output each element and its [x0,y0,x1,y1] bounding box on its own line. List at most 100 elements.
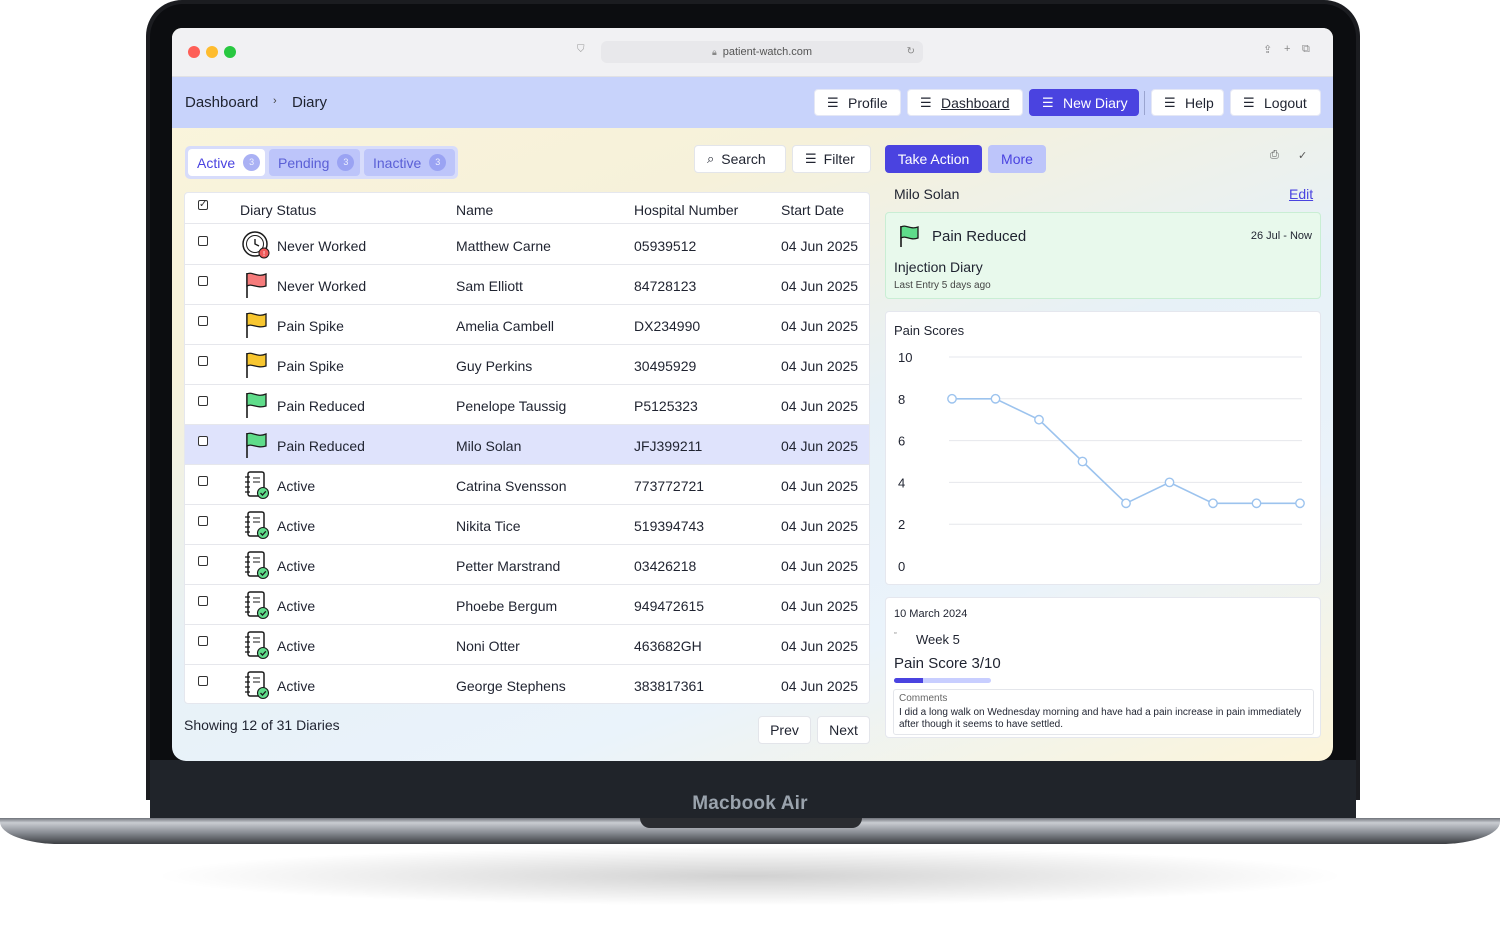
cell-status: Pain Spike [277,318,344,334]
count-badge: 3 [337,154,355,171]
row-checkbox[interactable] [198,236,208,246]
data-point[interactable] [1034,414,1044,425]
status-title: Pain Reduced [932,228,1027,245]
table-row[interactable]: Active Phoebe Bergum 949472615 04 Jun 2025 [185,585,869,625]
table-row[interactable]: Active Catrina Svensson 773772721 04 Jun 20… [185,465,869,505]
share-icon[interactable]: ⇪ [1263,43,1272,56]
cell-start-date: 04 Jun 2025 [781,558,859,574]
edit-link[interactable]: Edit [1289,186,1313,202]
cell-hospital-number: 463682GH [634,638,702,654]
cell-hospital-number: P5125323 [634,398,698,414]
row-checkbox[interactable] [198,596,208,606]
tabs-overview-icon[interactable]: ⧉ [1302,43,1310,56]
new-diary-button[interactable]: ☰ New Diary [1029,89,1139,116]
select-all-checkbox[interactable]: ✓ [198,200,208,210]
tab-pending[interactable]: Pending 3 [269,149,360,176]
table-row[interactable]: Active Petter Marstrand 03426218 04 Jun 202… [185,545,869,585]
cell-hospital-number: 949472615 [634,598,705,614]
column-name[interactable]: Name [456,202,493,218]
comments-box: Comments I did a long walk on Wednesday … [893,689,1314,735]
comments-text: I did a long walk on Wednesday morning a… [899,707,1302,730]
breadcrumb-dashboard[interactable]: Dashboard [185,94,258,111]
prev-button[interactable]: Prev [758,716,811,744]
data-point[interactable] [1295,498,1305,509]
column-diary-status[interactable]: Diary Status [240,202,316,218]
column-start-date[interactable]: Start Date [781,202,844,218]
patient-name: Milo Solan [894,186,960,202]
data-point[interactable] [1208,498,1218,509]
table-row[interactable]: Active Nikita Tice 519394743 04 Jun 2025 [185,505,869,545]
check-icon[interactable]: ✓ [1298,149,1307,162]
table-row[interactable]: Pain Spike Guy Perkins 30495929 04 Jun 2025 [185,345,869,385]
new-tab-icon[interactable]: + [1284,43,1290,55]
sliders-icon: ☰ [1042,94,1054,110]
green-flag-icon [246,432,267,458]
nav-divider [1144,91,1145,115]
diary-type: Injection Diary [894,259,983,275]
more-button[interactable]: More [988,145,1046,173]
reload-icon[interactable]: ↻ [907,41,915,63]
address-bar[interactable]: 🔒︎ patient-watch.com ↻ [601,41,923,63]
maximize-window-button[interactable] [224,46,236,58]
help-label: Help [1185,94,1214,111]
row-checkbox[interactable] [198,636,208,646]
row-checkbox[interactable] [198,476,208,486]
table-row[interactable]: Pain Spike Amelia Cambell DX234990 04 Jun 2… [185,305,869,345]
row-checkbox[interactable] [198,516,208,526]
cell-name: Nikita Tice [456,518,521,534]
minimize-window-button[interactable] [206,46,218,58]
url-text: patient-watch.com [722,46,813,58]
row-checkbox[interactable] [198,436,208,446]
profile-button[interactable]: ☰ Profile [814,89,901,116]
cell-status: Active [277,598,316,614]
cell-status: Active [277,478,316,494]
cell-status: Active [277,638,316,654]
table-row[interactable]: Pain Reduced Penelope Taussig P5125323 04 J… [185,385,869,425]
table-row[interactable]: Pain Reduced Milo Solan JFJ399211 04 Jun 20… [185,425,869,465]
close-window-button[interactable] [188,46,200,58]
dashboard-button[interactable]: ☰ Dashboard [907,89,1023,116]
cell-name: Matthew Carne [456,238,551,254]
logout-button[interactable]: ☰ Logout [1230,89,1321,116]
filter-button[interactable]: ☰ Filter [792,145,871,173]
profile-label: Profile [848,94,888,111]
shield-icon[interactable]: ⛉ [577,44,585,55]
table-row[interactable]: Active Noni Otter 463682GH 04 Jun 2025 [185,625,869,665]
data-point[interactable] [1164,477,1175,488]
data-point[interactable] [1077,456,1088,467]
search-button[interactable]: ⌕ Search [694,145,786,173]
row-checkbox[interactable] [198,396,208,406]
table-row[interactable]: Active George Stephens 383817361 04 Jun 202… [185,665,869,703]
help-button[interactable]: ☰ Help [1151,89,1224,116]
table-row[interactable]: ! Never Worked Matthew Carne 05939512 04 Jun… [185,225,869,265]
print-icon[interactable]: ⎙ [1270,149,1279,162]
search-icon: ⌕ [707,151,715,166]
row-checkbox[interactable] [198,356,208,366]
green-flag-icon [900,225,919,247]
row-checkbox[interactable] [198,276,208,286]
cell-name: Petter Marstrand [456,558,561,574]
data-point[interactable] [947,393,957,404]
tab-active[interactable]: Active 3 [188,149,265,176]
diary-entry-card: 10 March 2024 ▫ Week 5 Pain Score 3/10 C… [885,597,1321,738]
column-hospital-number[interactable]: Hospital Number [634,202,738,218]
svg-text:!: ! [263,250,266,258]
data-point[interactable] [990,393,1001,404]
row-checkbox[interactable] [198,316,208,326]
row-checkbox[interactable] [198,556,208,566]
row-checkbox[interactable] [198,676,208,686]
pain-scores-card: Pain Scores 0 2 4 6 8 10 [885,311,1321,585]
tab-inactive[interactable]: Inactive 3 [364,149,455,176]
take-action-button[interactable]: Take Action [885,145,982,173]
next-button[interactable]: Next [817,716,870,744]
data-point[interactable] [1251,498,1262,509]
diary-check-icon [245,551,270,580]
cell-start-date: 04 Jun 2025 [781,278,859,294]
cell-name: Phoebe Bergum [456,598,558,614]
tab-label: Inactive [373,154,422,171]
table-row[interactable]: Never Worked Sam Elliott 84728123 04 Jun 20… [185,265,869,305]
data-point[interactable] [1121,498,1131,509]
sliders-icon: ☰ [827,94,839,110]
cell-status: Never Worked [277,278,367,294]
calendar-icon: ▫ [894,630,897,637]
